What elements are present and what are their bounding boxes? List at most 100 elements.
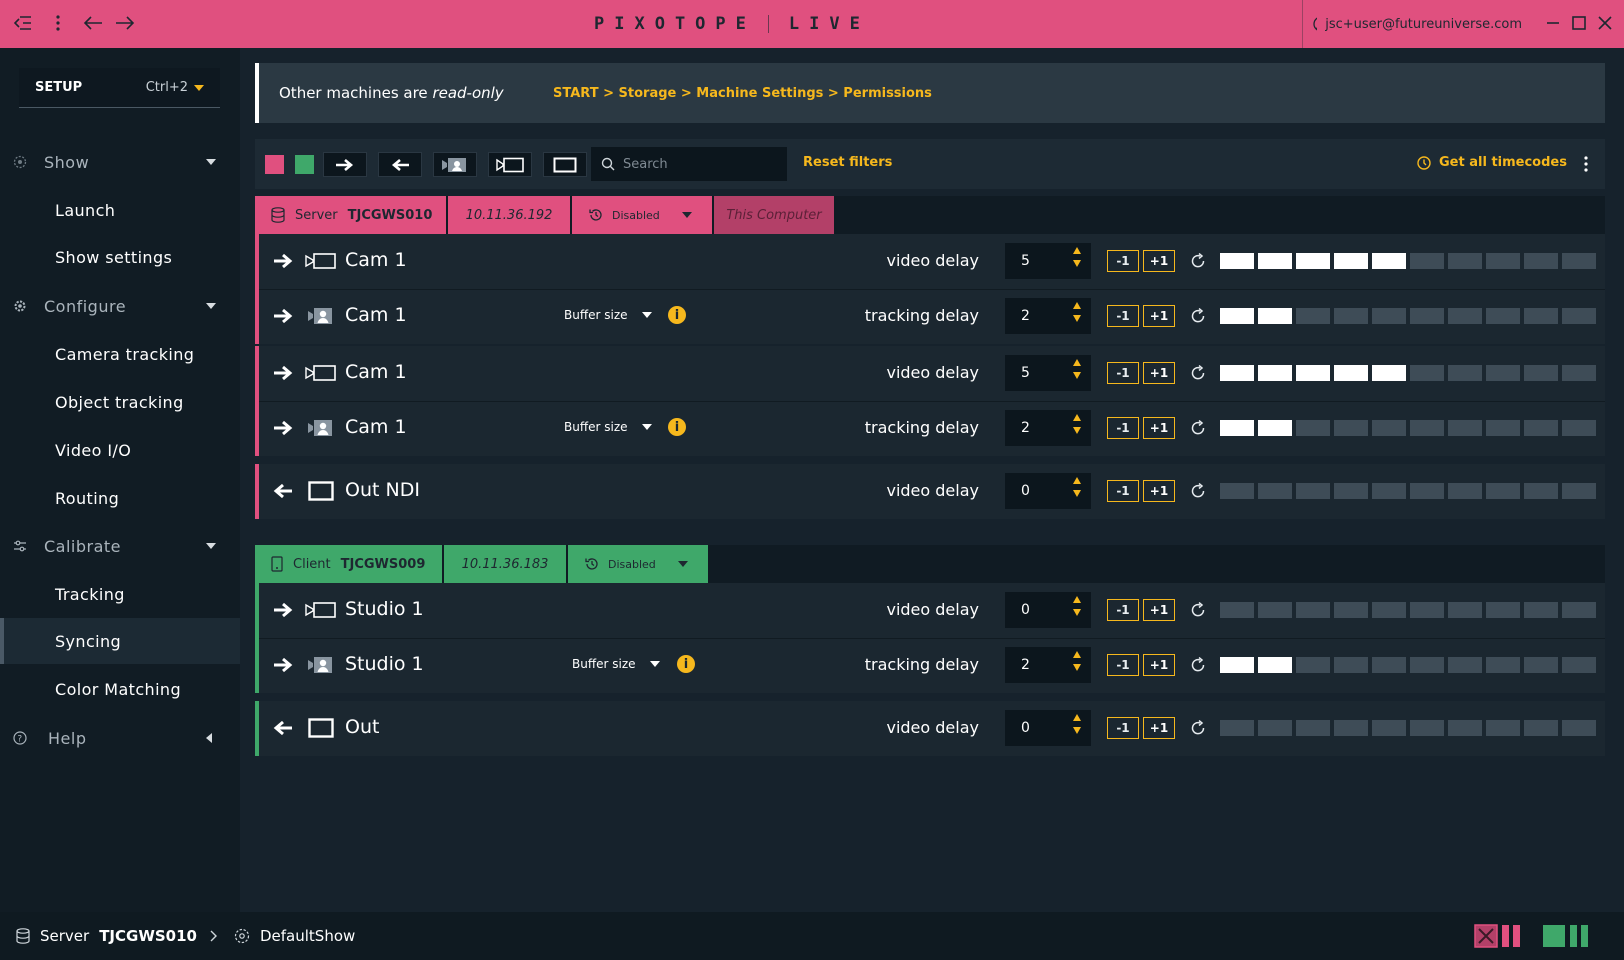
increment-button[interactable]: +1: [1143, 480, 1175, 502]
increment-button[interactable]: +1: [1143, 250, 1175, 272]
filter-outputs-button[interactable]: [378, 152, 422, 177]
sidebar-item-show-settings[interactable]: Show settings: [0, 234, 240, 280]
minimize-icon[interactable]: [1542, 12, 1564, 34]
increment-arrow-icon[interactable]: [1073, 247, 1081, 254]
delay-value[interactable]: 0: [1021, 483, 1030, 499]
decrement-button[interactable]: -1: [1107, 417, 1139, 439]
decrement-button[interactable]: -1: [1107, 250, 1139, 272]
decrement-arrow-icon[interactable]: [1073, 490, 1081, 497]
delay-value[interactable]: 2: [1021, 308, 1030, 324]
buffer-size-dropdown[interactable]: Buffer size: [564, 308, 652, 322]
info-icon[interactable]: i: [668, 418, 686, 436]
reset-delay-icon[interactable]: [1189, 601, 1207, 619]
info-icon[interactable]: i: [668, 306, 686, 324]
decrement-arrow-icon[interactable]: [1073, 664, 1081, 671]
increment-arrow-icon[interactable]: [1073, 414, 1081, 421]
reset-delay-icon[interactable]: [1189, 656, 1207, 674]
delay-stepper[interactable]: 0: [1005, 473, 1091, 509]
reset-filters-button[interactable]: Reset filters: [803, 155, 892, 170]
filter-video-input-button[interactable]: [488, 152, 532, 177]
mode-selector[interactable]: SETUP Ctrl+2: [19, 68, 220, 108]
status-machine[interactable]: Server TJCGWS010: [16, 927, 197, 945]
decrement-button[interactable]: -1: [1107, 717, 1139, 739]
increment-button[interactable]: +1: [1143, 305, 1175, 327]
reset-delay-icon[interactable]: [1189, 719, 1207, 737]
increment-button[interactable]: +1: [1143, 717, 1175, 739]
client-sync-dropdown[interactable]: Disabled: [568, 545, 708, 583]
increment-arrow-icon[interactable]: [1073, 302, 1081, 309]
decrement-arrow-icon[interactable]: [1073, 609, 1081, 616]
reset-delay-icon[interactable]: [1189, 307, 1207, 325]
increment-arrow-icon[interactable]: [1073, 477, 1081, 484]
delay-stepper[interactable]: 2: [1005, 410, 1091, 446]
decrement-button[interactable]: -1: [1107, 480, 1139, 502]
filter-inputs-button[interactable]: [323, 152, 367, 177]
close-icon[interactable]: [1594, 12, 1616, 34]
nav-section-help[interactable]: ? Help: [0, 718, 240, 758]
delay-value[interactable]: 0: [1021, 602, 1030, 618]
forward-arrow-icon[interactable]: [112, 10, 138, 36]
delay-stepper[interactable]: 0: [1005, 710, 1091, 746]
server-sync-dropdown[interactable]: Disabled: [572, 196, 712, 234]
decrement-button[interactable]: -1: [1107, 654, 1139, 676]
sidebar-item-camera-tracking[interactable]: Camera tracking: [0, 331, 240, 377]
delay-value[interactable]: 2: [1021, 420, 1030, 436]
increment-button[interactable]: +1: [1143, 362, 1175, 384]
sidebar-item-syncing[interactable]: Syncing: [0, 618, 240, 664]
buffer-size-dropdown[interactable]: Buffer size: [564, 420, 652, 434]
decrement-arrow-icon[interactable]: [1073, 372, 1081, 379]
back-arrow-icon[interactable]: [80, 10, 106, 36]
nav-section-calibrate[interactable]: Calibrate: [0, 526, 240, 566]
reset-delay-icon[interactable]: [1189, 419, 1207, 437]
delay-stepper[interactable]: 5: [1005, 243, 1091, 279]
delay-value[interactable]: 5: [1021, 253, 1030, 269]
sidebar-item-launch[interactable]: Launch: [0, 187, 240, 233]
info-icon[interactable]: i: [677, 655, 695, 673]
status-show[interactable]: DefaultShow: [234, 927, 355, 945]
decrement-button[interactable]: -1: [1107, 305, 1139, 327]
user-account[interactable]: jsc+user@futureuniverse.com: [1302, 0, 1522, 48]
nav-section-show[interactable]: Show: [0, 142, 240, 182]
decrement-button[interactable]: -1: [1107, 362, 1139, 384]
increment-arrow-icon[interactable]: [1073, 651, 1081, 658]
sidebar-item-tracking[interactable]: Tracking: [0, 571, 240, 617]
increment-button[interactable]: +1: [1143, 599, 1175, 621]
reset-delay-icon[interactable]: [1189, 364, 1207, 382]
decrement-arrow-icon[interactable]: [1073, 260, 1081, 267]
decrement-arrow-icon[interactable]: [1073, 727, 1081, 734]
reset-delay-icon[interactable]: [1189, 482, 1207, 500]
get-all-timecodes-button[interactable]: Get all timecodes: [1417, 155, 1567, 170]
delay-stepper[interactable]: 5: [1005, 355, 1091, 391]
increment-button[interactable]: +1: [1143, 654, 1175, 676]
decrement-button[interactable]: -1: [1107, 599, 1139, 621]
breadcrumb[interactable]: START > Storage > Machine Settings > Per…: [553, 86, 932, 101]
increment-button[interactable]: +1: [1143, 417, 1175, 439]
maximize-icon[interactable]: [1568, 12, 1590, 34]
collapse-sidebar-icon[interactable]: [10, 10, 36, 36]
delay-stepper[interactable]: 0: [1005, 592, 1091, 628]
sidebar-item-video-io[interactable]: Video I/O: [0, 427, 240, 473]
decrement-arrow-icon[interactable]: [1073, 427, 1081, 434]
increment-arrow-icon[interactable]: [1073, 359, 1081, 366]
buffer-size-dropdown[interactable]: Buffer size: [572, 657, 660, 671]
delay-value[interactable]: 0: [1021, 720, 1030, 736]
more-menu-icon[interactable]: [45, 10, 71, 36]
increment-arrow-icon[interactable]: [1073, 714, 1081, 721]
search-input[interactable]: [623, 156, 773, 172]
sidebar-item-routing[interactable]: Routing: [0, 475, 240, 521]
search-box[interactable]: [591, 147, 787, 181]
delay-value[interactable]: 2: [1021, 657, 1030, 673]
filter-output-button[interactable]: [543, 152, 587, 177]
nav-section-configure[interactable]: Configure: [0, 286, 240, 326]
delay-value[interactable]: 5: [1021, 365, 1030, 381]
delay-stepper[interactable]: 2: [1005, 647, 1091, 683]
server-color-filter[interactable]: [265, 155, 284, 174]
decrement-arrow-icon[interactable]: [1073, 315, 1081, 322]
increment-arrow-icon[interactable]: [1073, 596, 1081, 603]
sidebar-item-object-tracking[interactable]: Object tracking: [0, 379, 240, 425]
delay-stepper[interactable]: 2: [1005, 298, 1091, 334]
reset-delay-icon[interactable]: [1189, 252, 1207, 270]
client-color-filter[interactable]: [295, 155, 314, 174]
more-options-icon[interactable]: [1580, 153, 1592, 175]
filter-tracking-button[interactable]: [433, 152, 477, 177]
